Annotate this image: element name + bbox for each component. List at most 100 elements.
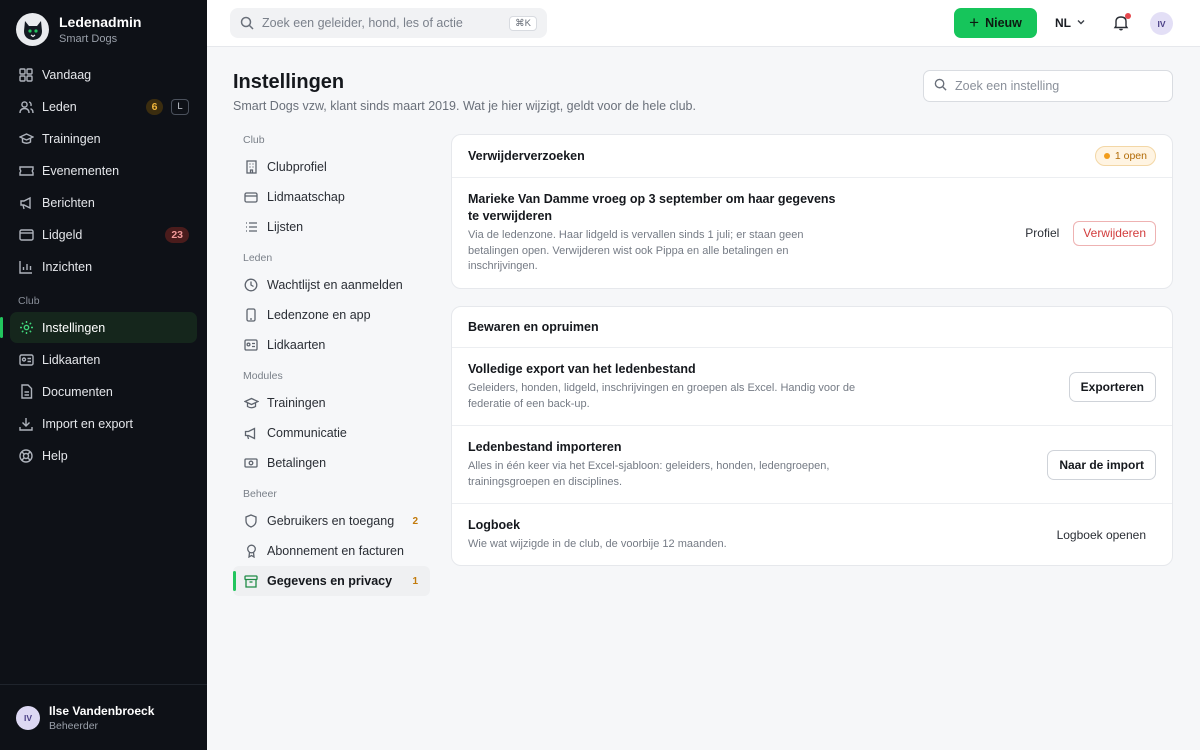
delete-button[interactable]: Verwijderen <box>1073 220 1156 246</box>
topbar: Zoek een geleider, hond, les of actie ⌘K… <box>207 0 1200 47</box>
main-nav: Vandaag Leden 6 L Trainingen Evenementen… <box>0 59 197 472</box>
new-button-label: Nieuw <box>985 16 1022 30</box>
nav-item-documenten[interactable]: Documenten <box>10 376 197 407</box>
megaphone-icon <box>243 425 259 441</box>
settings-item-wachtlijst[interactable]: Wachtlijst en aanmelden <box>233 270 430 300</box>
gebruikers-count-badge: 2 <box>412 515 418 527</box>
current-user[interactable]: IV Ilse Vandenbroeck Beheerder <box>0 684 207 750</box>
nav-item-instellingen[interactable]: Instellingen <box>0 312 197 343</box>
open-logbook-button[interactable]: Logboek openen <box>1057 528 1146 542</box>
settings-item-abonnement[interactable]: Abonnement en facturen <box>233 536 430 566</box>
settings-item-gebruikers[interactable]: Gebruikers en toegang 2 <box>233 506 430 536</box>
settings-item-label: Lidkaarten <box>267 338 326 352</box>
nav-item-help[interactable]: Help <box>10 440 197 471</box>
phone-icon <box>243 307 259 323</box>
settings-search-placeholder: Zoek een instelling <box>955 79 1060 93</box>
settings-item-trainingen[interactable]: Trainingen <box>233 388 430 418</box>
graduation-cap-icon <box>18 131 34 147</box>
row-description: Geleiders, honden, lidgeld, inschrijving… <box>468 382 856 410</box>
search-icon <box>240 16 254 30</box>
nav-label: Instellingen <box>42 320 106 335</box>
club-name: Smart Dogs <box>59 33 118 45</box>
deletion-request-row: Marieke Van Damme vroeg op 3 september o… <box>452 178 1172 288</box>
settings-item-ledenzone[interactable]: Ledenzone en app <box>233 300 430 330</box>
sidebar: Ledenadmin Smart Dogs Vandaag Leden 6 L … <box>0 0 207 750</box>
gear-icon <box>18 320 34 336</box>
settings-item-label: Trainingen <box>267 396 326 410</box>
card-header: Bewaren en opruimen <box>452 307 1172 348</box>
bar-chart-icon <box>18 259 34 275</box>
user-avatar-button[interactable]: IV <box>1150 12 1173 35</box>
app-title: Ledenadmin <box>59 14 142 30</box>
settings-item-lidmaatschap[interactable]: Lidmaatschap <box>233 182 430 212</box>
cash-icon <box>243 455 259 471</box>
row-title: Ledenbestand importeren <box>468 440 622 454</box>
settings-search-input[interactable]: Zoek een instelling <box>923 70 1173 102</box>
nav-item-lidkaarten[interactable]: Lidkaarten <box>10 344 197 375</box>
id-card-icon <box>243 337 259 353</box>
nav-label: Documenten <box>42 384 113 399</box>
nav-item-evenementen[interactable]: Evenementen <box>10 155 197 186</box>
import-row: Ledenbestand importeren Alles in één kee… <box>452 426 1172 504</box>
export-button[interactable]: Exporteren <box>1068 371 1156 402</box>
document-icon <box>18 384 34 400</box>
row-title: Logboek <box>468 517 521 532</box>
notification-dot <box>1125 13 1131 19</box>
settings-section-club: Club <box>243 134 265 146</box>
settings-section-beheer: Beheer <box>243 488 277 500</box>
graduation-cap-icon <box>243 395 259 411</box>
settings-item-privacy[interactable]: Gegevens en privacy 1 <box>233 566 430 596</box>
nav-item-vandaag[interactable]: Vandaag <box>10 59 197 90</box>
user-role: Beheerder <box>49 719 99 732</box>
row-description: Alles in één keer via het Excel-sjabloon… <box>468 460 830 488</box>
row-description: Wie wat wijzigde in de club, de voorbije… <box>468 537 727 550</box>
brand[interactable]: Ledenadmin Smart Dogs <box>16 13 141 46</box>
settings-item-label: Abonnement en facturen <box>267 544 404 558</box>
settings-item-communicatie[interactable]: Communicatie <box>233 418 430 448</box>
nav-label: Vandaag <box>42 67 92 82</box>
status-label: 1 open <box>1114 150 1147 162</box>
lifebuoy-icon <box>18 448 34 464</box>
nav-item-import-export[interactable]: Import en export <box>10 408 197 439</box>
new-button[interactable]: + Nieuw <box>954 8 1037 38</box>
shield-icon <box>243 513 259 529</box>
card-header: Verwijderverzoeken 1 open <box>452 135 1172 178</box>
settings-item-lidkaarten[interactable]: Lidkaarten <box>233 330 430 360</box>
nav-item-lidgeld[interactable]: Lidgeld 23 <box>10 219 197 250</box>
bell-icon <box>1113 16 1129 35</box>
settings-item-label: Gegevens en privacy <box>267 574 393 588</box>
user-name: Ilse Vandenbroeck <box>49 703 155 718</box>
leden-count-badge: 6 <box>146 98 163 115</box>
ticket-icon <box>18 163 34 179</box>
settings-item-label: Ledenzone en app <box>267 308 371 322</box>
settings-item-label: Gebruikers en toegang <box>267 514 395 528</box>
avatar: IV <box>16 705 40 730</box>
language-value: NL <box>1055 16 1071 30</box>
status-dot <box>1103 153 1110 159</box>
go-to-import-button[interactable]: Naar de import <box>1047 449 1156 480</box>
settings-item-label: Wachtlijst en aanmelden <box>267 278 403 292</box>
settings-item-label: Clubprofiel <box>267 160 327 174</box>
settings-item-betalingen[interactable]: Betalingen <box>233 448 430 478</box>
nav-item-berichten[interactable]: Berichten <box>10 187 197 218</box>
privacy-count-badge: 1 <box>412 575 418 587</box>
nav-label: Help <box>42 448 68 463</box>
nav-item-leden[interactable]: Leden 6 L <box>10 91 197 122</box>
row-title: Volledige export van het ledenbestand <box>468 362 696 376</box>
export-row: Volledige export van het ledenbestand Ge… <box>452 348 1172 426</box>
request-description: Via de ledenzone. Haar lidgeld is verval… <box>468 229 804 273</box>
settings-item-lijsten[interactable]: Lijsten <box>233 212 430 242</box>
dog-logo-icon <box>16 13 49 46</box>
nav-item-trainingen[interactable]: Trainingen <box>10 123 197 154</box>
notifications-button[interactable] <box>1113 13 1131 35</box>
settings-item-label: Communicatie <box>267 426 347 440</box>
nav-label: Trainingen <box>42 131 101 146</box>
nav-item-inzichten[interactable]: Inzichten <box>10 251 197 282</box>
nav-label: Lidgeld <box>42 227 83 242</box>
users-icon <box>18 99 34 115</box>
nav-label: Import en export <box>42 416 134 431</box>
profile-button[interactable]: Profiel <box>1025 226 1059 240</box>
language-select[interactable]: NL <box>1055 8 1086 38</box>
settings-item-clubprofiel[interactable]: Clubprofiel <box>233 152 430 182</box>
global-search-input[interactable]: Zoek een geleider, hond, les of actie ⌘K <box>230 8 547 38</box>
